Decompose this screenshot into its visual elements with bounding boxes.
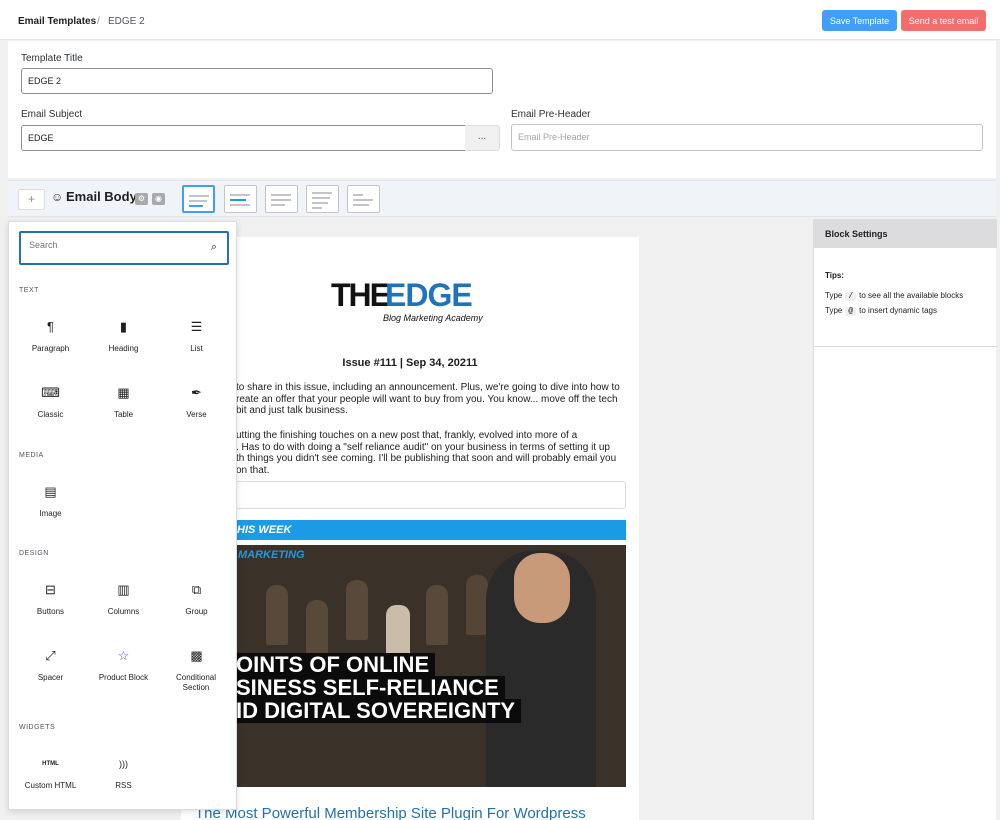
- category-widgets: WIDGETS: [19, 724, 56, 731]
- category-design: DESIGN: [19, 550, 49, 557]
- template-title-input[interactable]: EDGE 2: [21, 68, 493, 94]
- category-media: MEDIA: [19, 452, 44, 459]
- html-icon: HTML: [42, 761, 59, 767]
- top-bar: Email Templates / EDGE 2 Save Template S…: [0, 0, 1000, 40]
- columns-icon: ▥: [117, 582, 130, 597]
- layout-thumbnail[interactable]: [182, 185, 215, 213]
- email-subject-input[interactable]: EDGE: [21, 125, 466, 151]
- post-title-link[interactable]: The Most Powerful Membership Site Plugin…: [195, 805, 586, 820]
- editor-toolbar: + ☺ Email Body ⚙ ◉: [8, 180, 996, 217]
- email-body-title: Email Body: [66, 189, 137, 204]
- spacer-icon: ⤢: [45, 648, 56, 663]
- quill-icon: ✒: [191, 385, 202, 400]
- template-title-label: Template Title: [21, 53, 83, 64]
- breadcrumb-email-templates[interactable]: Email Templates: [18, 16, 96, 27]
- issue-heading[interactable]: Issue #111 | Sep 34, 20211: [181, 357, 639, 369]
- block-product[interactable]: ☆ Product Block: [87, 647, 160, 683]
- category-text: TEXT: [19, 287, 39, 294]
- subject-smartcode-button[interactable]: ...: [465, 125, 500, 151]
- video-title-line: ID DIGITAL SOVEREIGNTY: [236, 699, 522, 723]
- send-test-email-button[interactable]: Send a test email: [901, 10, 986, 31]
- block-buttons[interactable]: ⊟ Buttons: [14, 581, 87, 617]
- settings-icon[interactable]: ⚙: [135, 193, 148, 205]
- tips-label: Tips:: [825, 271, 844, 280]
- block-custom-html[interactable]: HTML Custom HTML: [14, 755, 87, 791]
- buttons-icon: ⊟: [45, 582, 56, 597]
- block-settings-title[interactable]: Block Settings: [814, 219, 997, 248]
- conditional-icon: ▩: [190, 648, 203, 663]
- block-settings-panel: Block Settings Tips: Type / to see all the…: [813, 219, 997, 820]
- preview-eye-icon[interactable]: ◉: [152, 193, 165, 205]
- block-verse[interactable]: ✒ Verse: [160, 384, 233, 420]
- email-preview[interactable]: THE EDGE Blog Marketing Academy Issue #1…: [181, 237, 639, 820]
- breadcrumb-separator: /: [97, 16, 100, 27]
- paragraph-icon: ¶: [47, 319, 54, 334]
- video-thumbnail[interactable]: MARKETING OINTS OF ONLINE SINESS SELF-RE…: [236, 545, 626, 787]
- video-brand: MARKETING: [238, 549, 305, 561]
- email-preheader-label: Email Pre-Header: [511, 109, 591, 120]
- block-columns[interactable]: ▥ Columns: [87, 581, 160, 617]
- list-icon: ☰: [190, 319, 203, 334]
- layout-thumbnail[interactable]: [265, 185, 298, 213]
- video-title-line: SINESS SELF-RELIANCE: [236, 676, 505, 700]
- add-block-button[interactable]: +: [18, 189, 45, 210]
- block-paragraph[interactable]: ¶ Paragraph: [14, 318, 87, 354]
- smiley-icon: ☺: [51, 190, 64, 204]
- the-edge-logo: THE EDGE Blog Marketing Academy: [331, 277, 491, 327]
- block-list[interactable]: ☰ List: [160, 318, 233, 354]
- heading-bookmark-icon: ▮: [119, 319, 128, 334]
- table-icon: ▦: [117, 385, 130, 400]
- block-spacer[interactable]: ⤢ Spacer: [14, 647, 87, 683]
- block-inserter: ⌕ TEXT ¶Paragraph ▮Heading ☰List ⌨Classi…: [8, 221, 237, 810]
- update-paragraph[interactable]: utting the finishing touches on a new po…: [236, 430, 616, 476]
- block-group[interactable]: ⧉ Group: [160, 581, 233, 617]
- breadcrumb-current: EDGE 2: [108, 16, 145, 27]
- tip-at: Type @ to insert dynamic tags: [825, 306, 937, 316]
- rss-icon: ))): [119, 759, 128, 769]
- layout-thumbnail[interactable]: [347, 185, 380, 213]
- search-icon: ⌕: [210, 241, 217, 253]
- tip-slash: Type / to see all the available blocks: [825, 291, 964, 301]
- block-image[interactable]: ▤ Image: [14, 483, 87, 519]
- logo-the: THE: [331, 277, 391, 313]
- video-title-line: OINTS OF ONLINE: [236, 653, 436, 677]
- logo-subtitle: Blog Marketing Academy: [383, 313, 483, 323]
- block-search[interactable]: ⌕: [19, 231, 229, 265]
- empty-block[interactable]: [236, 481, 626, 509]
- block-classic[interactable]: ⌨ Classic: [14, 384, 87, 420]
- email-preheader-input[interactable]: Email Pre-Header: [511, 124, 983, 151]
- layout-thumbnail[interactable]: [306, 185, 339, 213]
- star-icon: ☆: [117, 648, 130, 663]
- group-icon: ⧉: [191, 582, 202, 597]
- block-heading[interactable]: ▮ Heading: [87, 318, 160, 354]
- divider: [814, 346, 997, 347]
- template-settings: Template Title EDGE 2 Email Subject EDGE…: [8, 41, 996, 178]
- block-table[interactable]: ▦ Table: [87, 384, 160, 420]
- keyboard-icon: ⌨: [41, 385, 60, 400]
- intro-paragraph[interactable]: to share in this issue, including an ann…: [236, 382, 620, 417]
- layout-thumbnail[interactable]: [224, 185, 257, 213]
- image-icon: ▤: [44, 484, 57, 499]
- this-week-heading[interactable]: HIS WEEK: [236, 520, 626, 540]
- block-conditional-section[interactable]: ▩ Conditional Section: [160, 647, 233, 693]
- save-template-button[interactable]: Save Template: [822, 10, 897, 31]
- block-search-input[interactable]: [29, 240, 189, 250]
- email-subject-label: Email Subject: [21, 109, 83, 120]
- block-rss[interactable]: ))) RSS: [87, 755, 160, 791]
- logo-edge: EDGE: [385, 277, 473, 313]
